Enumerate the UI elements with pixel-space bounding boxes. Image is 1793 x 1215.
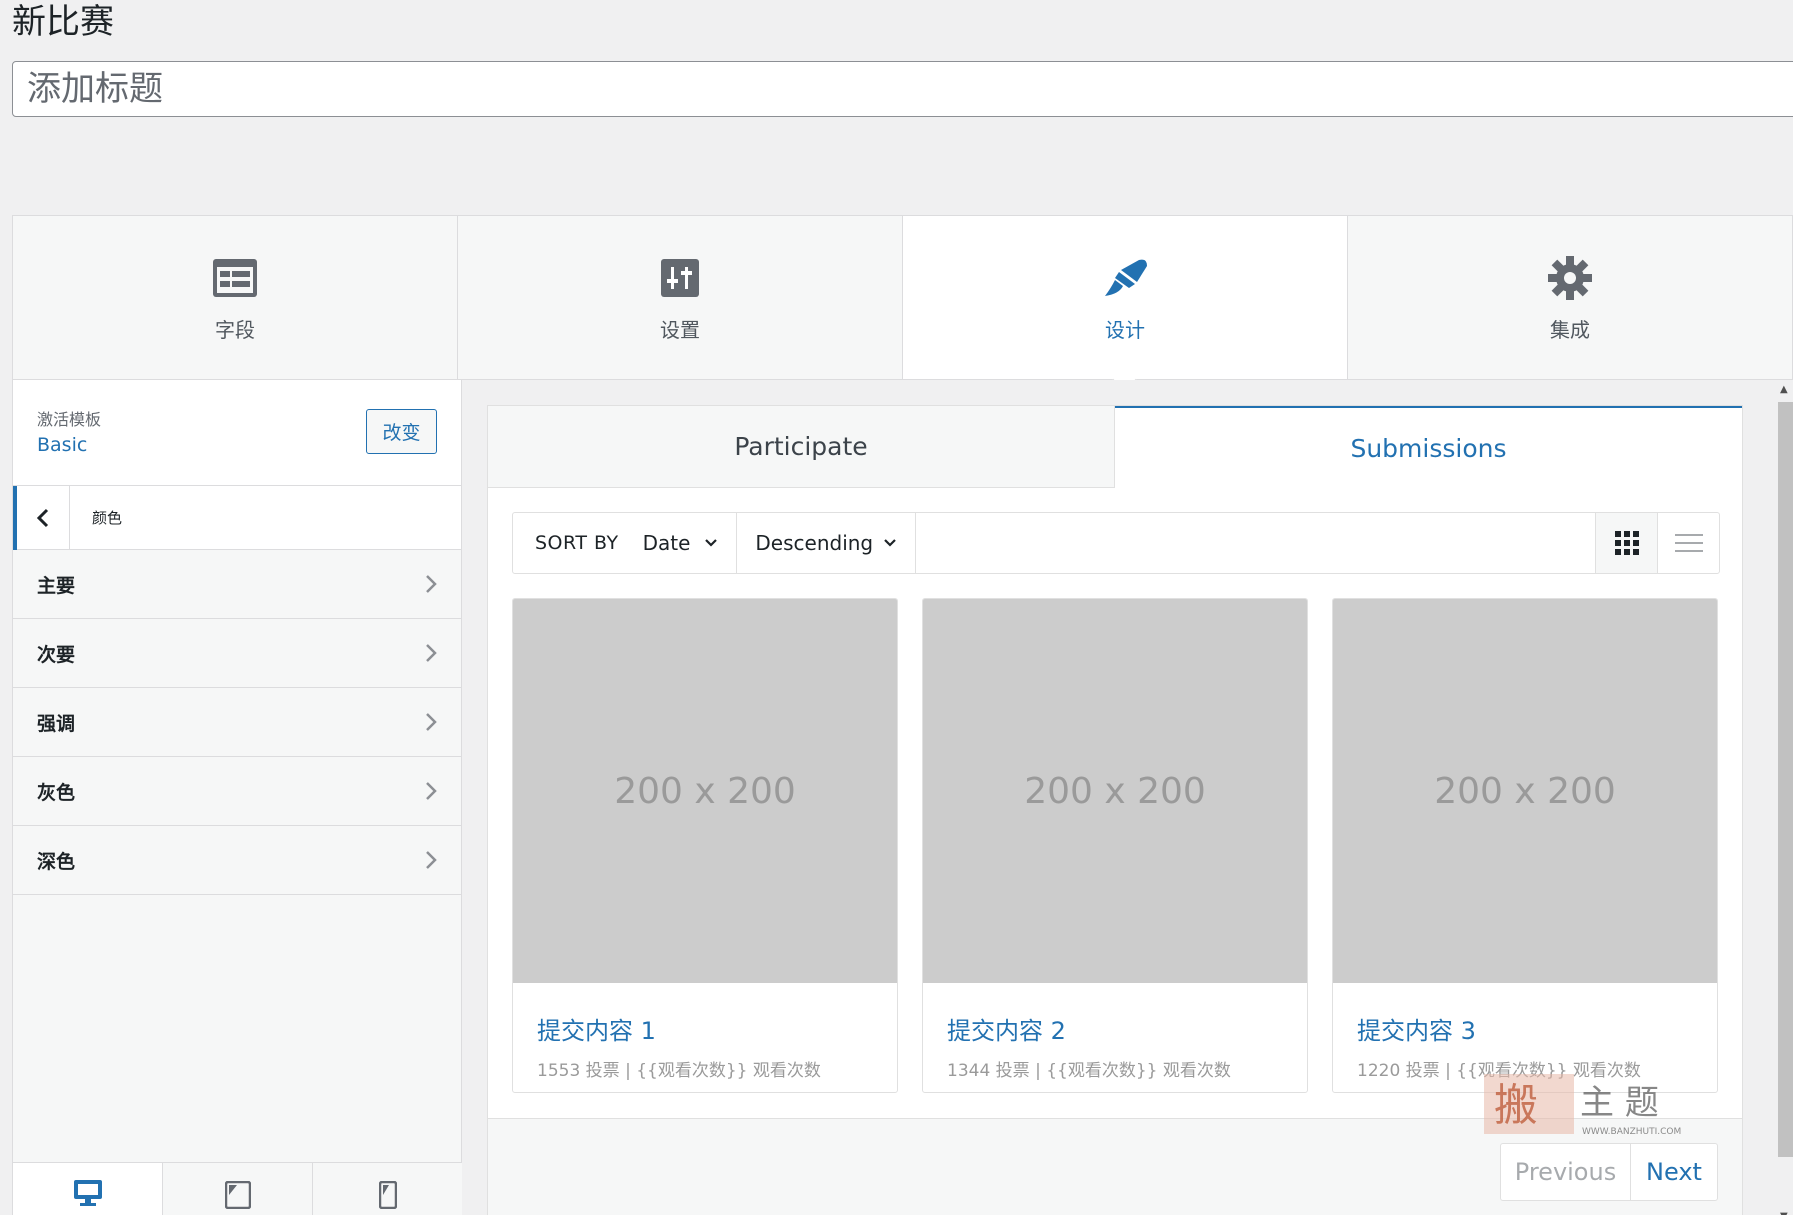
contest-tabs: Participate Submissions [488, 406, 1742, 488]
gear-icon [1546, 254, 1594, 302]
design-sidebar: 激活模板 Basic 改变 颜色 主要 次要 强调 灰色 深色 [13, 380, 462, 1215]
tab-integrations-label: 集成 [1550, 318, 1590, 342]
color-item-gray[interactable]: 灰色 [13, 757, 461, 826]
pagination: Previous Next [1500, 1143, 1718, 1201]
tab-fields-label: 字段 [215, 318, 255, 342]
color-item-dark[interactable]: 深色 [13, 826, 461, 895]
sort-order-value: Descending [755, 531, 874, 555]
change-template-button[interactable]: 改变 [366, 409, 437, 454]
tab-design-label: 设计 [1105, 318, 1145, 342]
submission-title[interactable]: 提交内容 2 [923, 983, 1307, 1046]
preview-scrollbar[interactable]: ▲ ▼ [1775, 380, 1793, 1215]
chevron-left-icon [36, 508, 49, 527]
contest-editor: 字段 设置 设计 集成 激活模板 Basic 改变 颜色 主要 次要 强调 灰色… [12, 215, 1793, 1215]
list-view-button[interactable] [1657, 513, 1719, 573]
submission-card[interactable]: 200 x 200 提交内容 2 1344 投票 | {{观看次数}} 观看次数 [922, 598, 1308, 1093]
tablet-icon [224, 1180, 251, 1209]
pagination-area: Previous Next [488, 1118, 1742, 1215]
chevron-right-icon [426, 644, 437, 662]
sort-toolbar: SORT BY Date Descending [512, 512, 1720, 574]
color-item-label: 强调 [37, 712, 76, 735]
device-tablet-button[interactable] [163, 1163, 313, 1215]
chevron-right-icon [426, 575, 437, 593]
device-switcher [13, 1162, 462, 1215]
scrollbar-thumb[interactable] [1778, 402, 1793, 1157]
device-mobile-button[interactable] [313, 1163, 462, 1215]
color-item-accent[interactable]: 强调 [13, 688, 461, 757]
submission-image-placeholder: 200 x 200 [513, 599, 897, 983]
grid-icon [1614, 531, 1639, 555]
desktop-icon [73, 1179, 102, 1206]
sort-by-label: SORT BY [535, 532, 619, 554]
chevron-right-icon [426, 782, 437, 800]
page-title: 新比赛 [12, 2, 114, 42]
mobile-icon [378, 1180, 397, 1209]
view-toggle [1595, 513, 1719, 573]
template-name: Basic [37, 434, 88, 456]
list-icon [1674, 534, 1703, 552]
submission-grid: 200 x 200 提交内容 1 1553 投票 | {{观看次数}} 观看次数… [512, 598, 1718, 1093]
color-item-secondary[interactable]: 次要 [13, 619, 461, 688]
chevron-down-icon [884, 539, 896, 547]
settings-sliders-icon [656, 254, 704, 302]
color-item-primary[interactable]: 主要 [13, 550, 461, 619]
title-input[interactable]: 添加标题 [12, 61, 1793, 117]
submission-image-placeholder: 200 x 200 [1333, 599, 1717, 983]
template-label: 激活模板 [37, 410, 102, 429]
submission-title[interactable]: 提交内容 3 [1333, 983, 1717, 1046]
section-title: 颜色 [92, 509, 123, 527]
paintbrush-icon [1101, 254, 1149, 302]
main-tabs: 字段 设置 设计 集成 [13, 216, 1793, 380]
tab-design[interactable]: 设计 [903, 216, 1348, 379]
fields-icon [211, 254, 259, 302]
tab-integrations[interactable]: 集成 [1348, 216, 1793, 379]
tab-submissions[interactable]: Submissions [1115, 406, 1742, 488]
submission-meta: 1344 投票 | {{观看次数}} 观看次数 [947, 1061, 1231, 1081]
sort-field-select[interactable]: Date [619, 513, 738, 573]
tab-participate[interactable]: Participate [488, 406, 1115, 488]
design-preview: Participate Submissions SORT BY Date Des… [462, 380, 1793, 1215]
sort-order-select[interactable]: Descending [737, 513, 917, 573]
submission-meta: 1220 投票 | {{观看次数}} 观看次数 [1357, 1061, 1641, 1081]
tab-settings-label: 设置 [660, 318, 700, 342]
color-item-label: 次要 [37, 643, 76, 666]
scroll-down-icon[interactable]: ▼ [1780, 1211, 1788, 1215]
previous-button[interactable]: Previous [1501, 1144, 1631, 1200]
submission-image-placeholder: 200 x 200 [923, 599, 1307, 983]
device-desktop-button[interactable] [13, 1163, 163, 1215]
chevron-right-icon [426, 851, 437, 869]
chevron-down-icon [705, 539, 718, 547]
sort-field-value: Date [642, 531, 691, 555]
submission-title[interactable]: 提交内容 1 [513, 983, 897, 1046]
grid-view-button[interactable] [1595, 513, 1657, 573]
submission-card[interactable]: 200 x 200 提交内容 3 1220 投票 | {{观看次数}} 观看次数 [1332, 598, 1718, 1093]
color-item-label: 灰色 [37, 781, 76, 804]
color-item-label: 主要 [37, 574, 76, 597]
active-template: 激活模板 Basic 改变 [13, 380, 461, 486]
contest-preview: Participate Submissions SORT BY Date Des… [487, 405, 1743, 1215]
chevron-right-icon [426, 713, 437, 731]
tab-fields[interactable]: 字段 [13, 216, 458, 379]
next-button[interactable]: Next [1631, 1144, 1717, 1200]
section-header: 颜色 [13, 485, 461, 550]
color-item-label: 深色 [37, 850, 76, 873]
tab-settings[interactable]: 设置 [458, 216, 903, 379]
back-button[interactable] [13, 485, 70, 550]
submission-meta: 1553 投票 | {{观看次数}} 观看次数 [537, 1061, 821, 1081]
submission-card[interactable]: 200 x 200 提交内容 1 1553 投票 | {{观看次数}} 观看次数 [512, 598, 898, 1093]
scroll-up-icon[interactable]: ▲ [1780, 384, 1788, 395]
